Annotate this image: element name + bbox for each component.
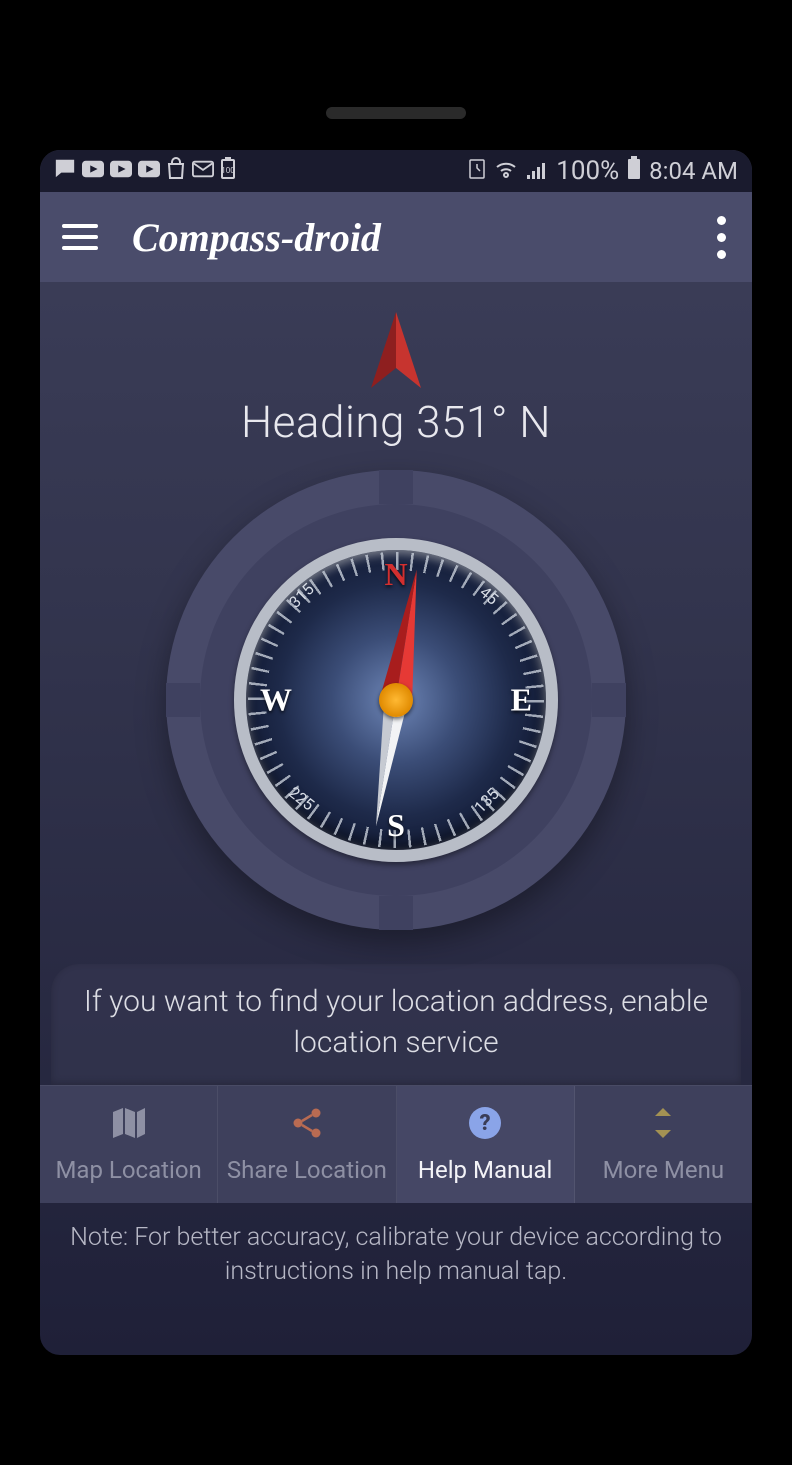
help-icon: ? [468,1106,502,1146]
main-content: Heading 351° N N S E W 45 135 225 [40,282,752,1085]
compass: N S E W 45 135 225 315 [166,470,626,930]
battery-saver-icon [468,157,486,185]
nav-map-location[interactable]: Map Location [40,1086,218,1203]
footer-note: Note: For better accuracy, calibrate you… [40,1203,752,1303]
nav-more-menu[interactable]: More Menu [575,1086,752,1203]
wifi-icon [494,157,518,185]
status-right: 100% 8:04 AM [468,156,738,186]
menu-button[interactable] [62,224,98,250]
battery-percent: 100% [556,156,619,186]
bottom-nav: Map Location Share Location [40,1085,752,1203]
svg-text:100: 100 [221,166,235,175]
shopping-icon [166,157,186,185]
battery-icon [627,156,641,186]
nav-label: Help Manual [418,1156,553,1184]
map-icon [111,1106,147,1146]
youtube-icon [110,159,132,184]
nav-help-manual[interactable]: ? Help Manual [397,1086,575,1203]
status-left-icons: 100 [54,157,236,185]
status-bar: 100 100% 8:04 AM [40,150,752,192]
youtube-icon [82,159,104,184]
chat-icon [54,157,76,185]
svg-text:?: ? [480,1111,491,1136]
phone-frame: 100 100% 8:04 AM [0,0,792,1465]
share-icon [290,1106,324,1146]
screen: 100 100% 8:04 AM [40,150,752,1355]
dir-w-label: W [260,682,292,719]
app-bar: Compass-droid [40,192,752,282]
nav-label: More Menu [603,1156,724,1184]
signal-icon [526,157,548,185]
dir-e-label: E [511,682,532,719]
heading-readout: Heading 351° N [241,396,551,448]
app-title: Compass-droid [132,214,381,261]
location-info-banner[interactable]: If you want to find your location addres… [51,964,741,1085]
battery-small-icon: 100 [220,157,236,185]
nav-label: Map Location [55,1156,201,1184]
overflow-menu-button[interactable] [713,208,730,267]
clock-text: 8:04 AM [649,157,738,185]
nav-arrow-icon [359,312,433,392]
phone-speaker [326,107,466,119]
compass-face: N S E W 45 135 225 315 [234,538,558,862]
nav-share-location[interactable]: Share Location [218,1086,396,1203]
compass-hub [379,683,413,717]
more-icon [650,1106,676,1146]
mail-icon [192,159,214,184]
youtube-icon [138,159,160,184]
nav-label: Share Location [227,1156,387,1184]
